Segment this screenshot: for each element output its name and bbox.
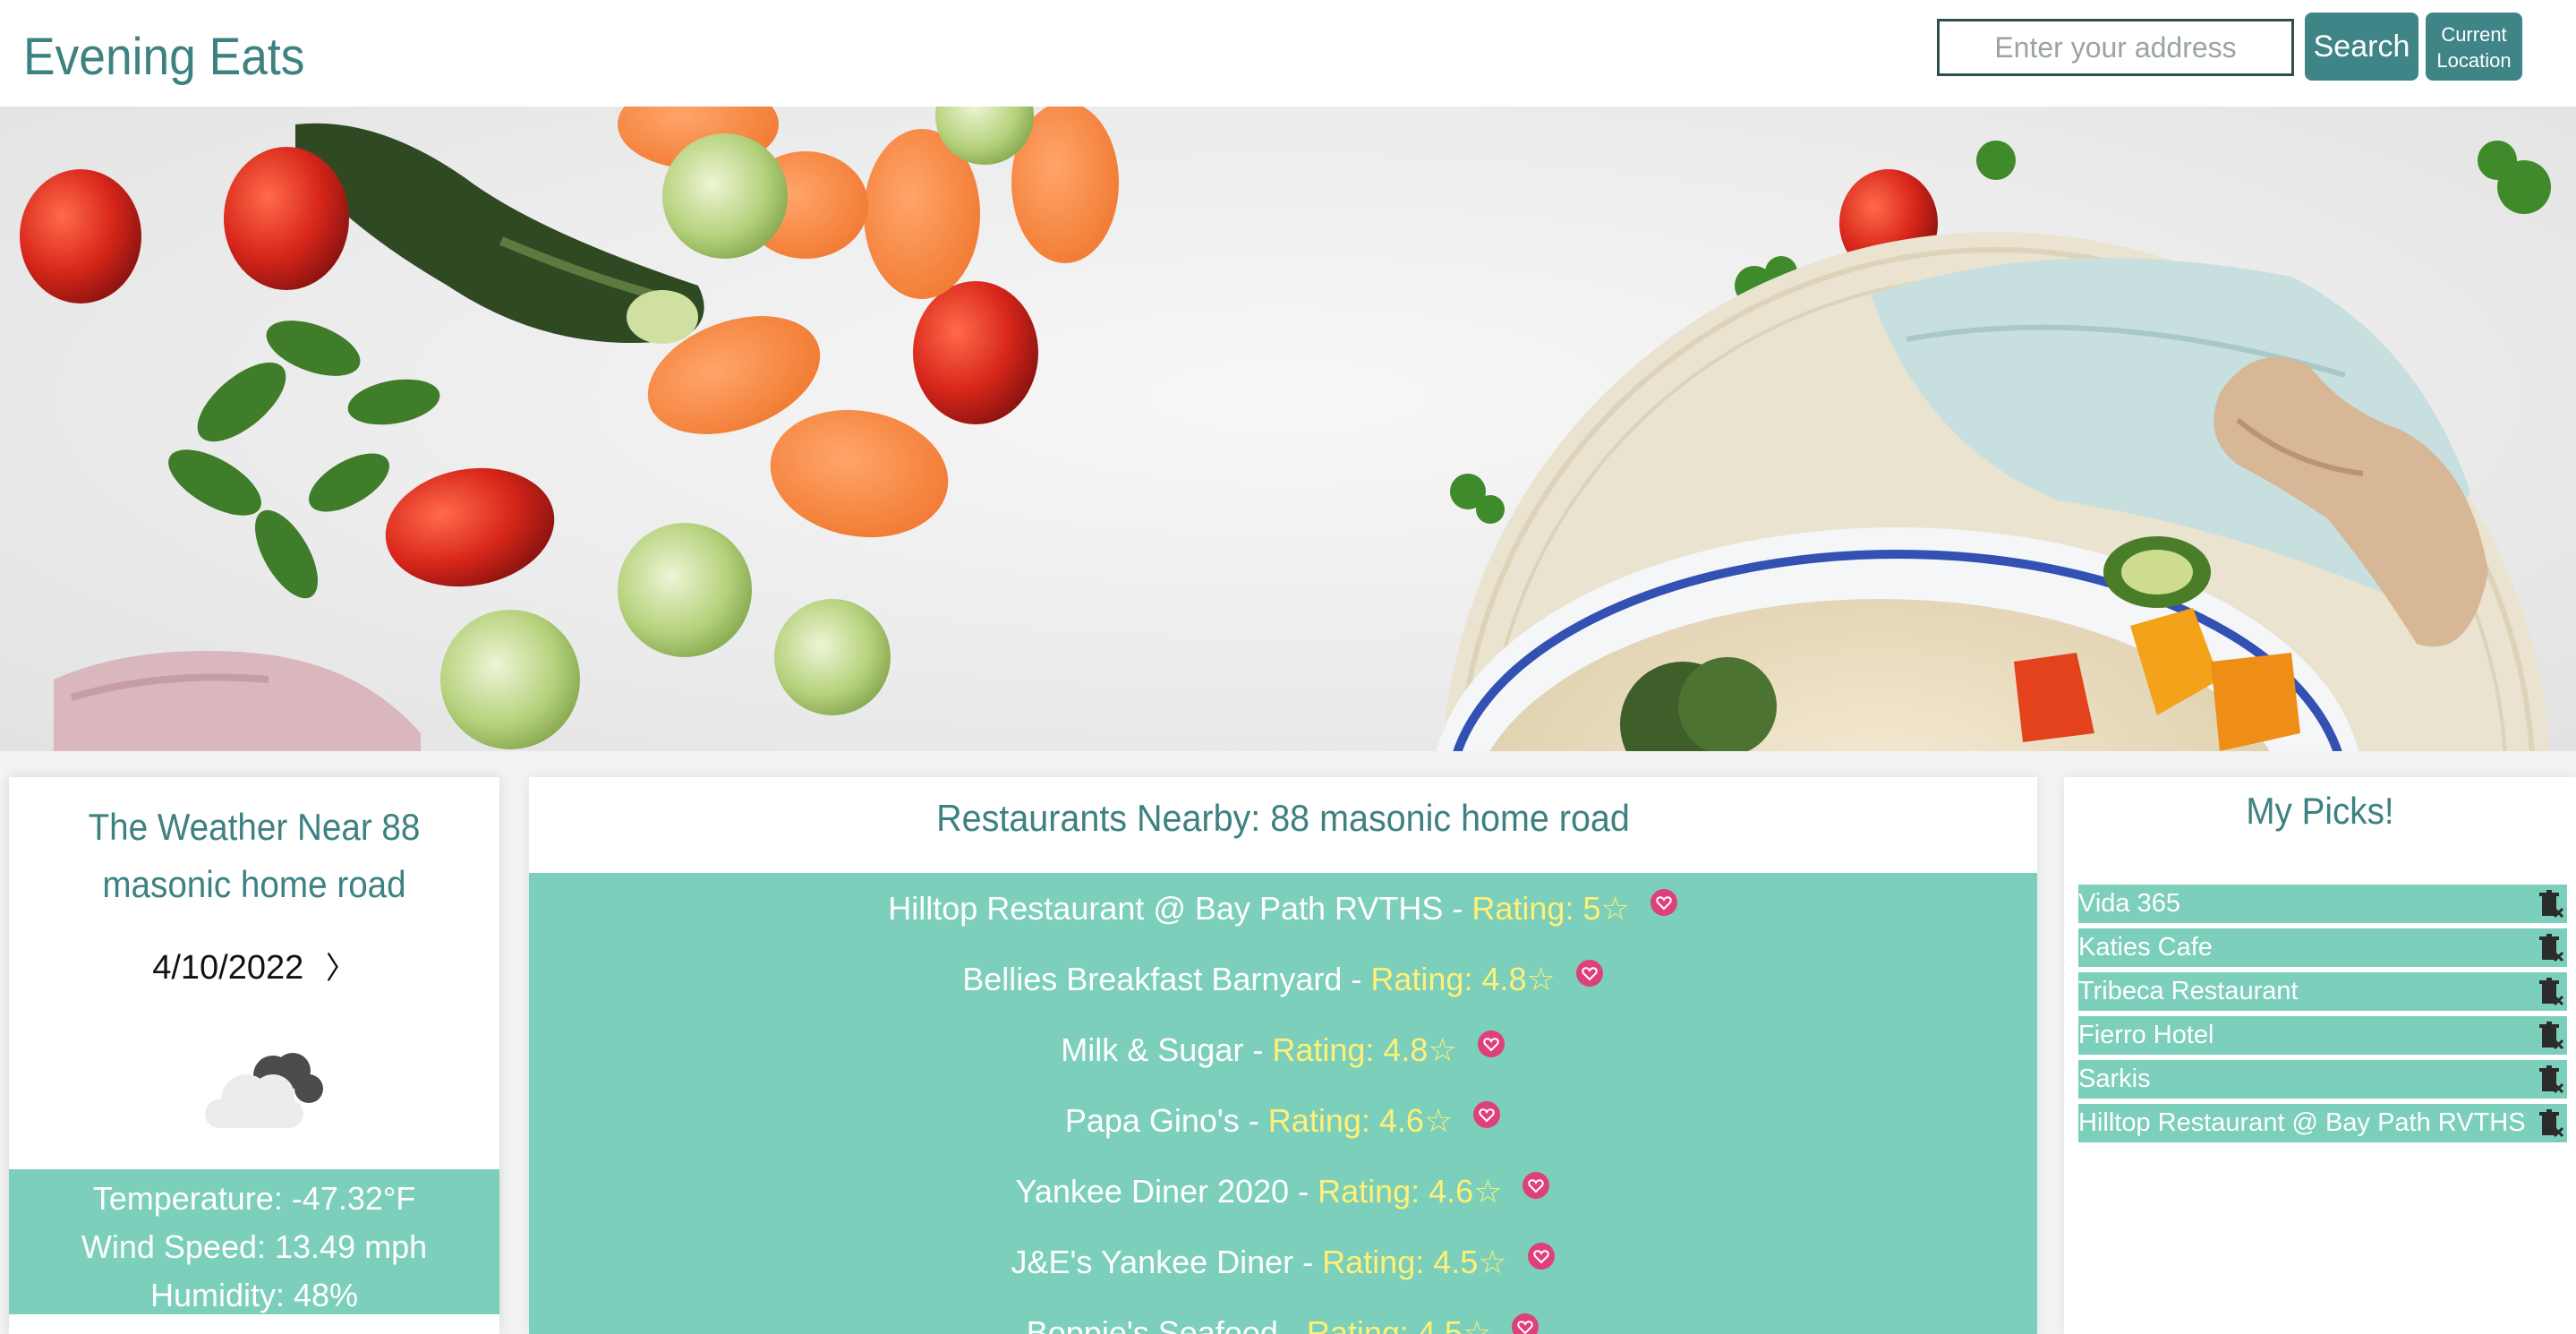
trash-icon[interactable] <box>2537 1108 2563 1139</box>
my-picks-panel: My Picks! Vida 365 Katies Cafe Tribeca R… <box>2064 777 2576 1334</box>
heart-icon[interactable] <box>1522 1171 1550 1200</box>
weather-stats: Temperature: -47.32°F Wind Speed: 13.49 … <box>9 1169 499 1314</box>
trash-icon[interactable] <box>2537 889 2563 919</box>
trash-icon[interactable] <box>2537 933 2563 963</box>
restaurant-item: Papa Gino's - Rating: 4.6☆ <box>529 1085 2037 1156</box>
current-location-label-line2: Location <box>2436 49 2512 72</box>
restaurant-rating: Rating: 5☆ <box>1471 889 1630 927</box>
temperature-text: Temperature: -47.32°F <box>92 1180 416 1217</box>
pick-name: Vida 365 <box>2078 889 2180 918</box>
chevron-right-icon[interactable]: 〉 <box>326 944 356 988</box>
restaurant-rating: Rating: 4.8☆ <box>1272 1030 1457 1068</box>
heart-icon[interactable] <box>1575 959 1604 988</box>
my-picks-title: My Picks! <box>2246 790 2394 832</box>
restaurant-name: J&E's Yankee Diner - <box>1011 1243 1314 1280</box>
weather-date: 4/10/2022 <box>152 949 304 987</box>
restaurant-item: J&E's Yankee Diner - Rating: 4.5☆ <box>529 1227 2037 1297</box>
restaurants-panel: Restaurants Nearby: 88 masonic home road… <box>529 777 2037 1334</box>
restaurant-item: Hilltop Restaurant @ Bay Path RVTHS - Ra… <box>529 873 2037 944</box>
restaurant-item: Boppie's Seafood - Rating: 4.5☆ <box>529 1297 2037 1334</box>
restaurant-name: Boppie's Seafood - <box>1026 1313 1298 1334</box>
heart-icon[interactable] <box>1527 1242 1556 1270</box>
restaurant-list: Hilltop Restaurant @ Bay Path RVTHS - Ra… <box>529 873 2037 1334</box>
pick-item[interactable]: Hilltop Restaurant @ Bay Path RVTHS <box>2078 1104 2567 1142</box>
restaurant-item: Yankee Diner 2020 - Rating: 4.6☆ <box>529 1156 2037 1227</box>
wind-speed-text: Wind Speed: 13.49 mph <box>81 1228 428 1265</box>
app-title: Evening Eats <box>23 28 305 86</box>
restaurant-rating: Rating: 4.5☆ <box>1306 1313 1492 1334</box>
cloudy-icon <box>205 1053 323 1128</box>
restaurant-name: Papa Gino's - <box>1064 1101 1259 1139</box>
current-location-label-line1: Current <box>2441 23 2507 46</box>
trash-icon[interactable] <box>2537 977 2563 1007</box>
pick-name: Katies Cafe <box>2078 933 2213 962</box>
restaurant-name: Bellies Breakfast Barnyard - <box>962 960 1362 997</box>
weather-title: The Weather Near 88 masonic home road <box>88 806 421 905</box>
restaurant-rating: Rating: 4.6☆ <box>1318 1172 1503 1210</box>
heart-icon[interactable] <box>1511 1313 1540 1334</box>
restaurant-item: Milk & Sugar - Rating: 4.8☆ <box>529 1014 2037 1085</box>
pick-name: Tribeca Restaurant <box>2078 977 2299 1005</box>
weather-date-row: 4/10/2022 〉 <box>9 944 499 988</box>
address-input[interactable] <box>1937 19 2294 76</box>
hero-illustration <box>20 107 2551 751</box>
pick-name: Sarkis <box>2078 1065 2151 1093</box>
pick-name: Fierro Hotel <box>2078 1021 2214 1049</box>
restaurant-name: Milk & Sugar - <box>1061 1030 1264 1068</box>
pick-name: Hilltop Restaurant @ Bay Path RVTHS <box>2078 1108 2526 1137</box>
restaurant-rating: Rating: 4.8☆ <box>1370 960 1556 997</box>
heart-icon[interactable] <box>1472 1100 1501 1129</box>
my-picks-list: Vida 365 Katies Cafe Tribeca Restaurant … <box>2078 885 2567 1148</box>
humidity-text: Humidity: 48% <box>149 1277 359 1313</box>
heart-icon[interactable] <box>1650 888 1678 917</box>
weather-card: The Weather Near 88 masonic home road 4/… <box>9 777 499 1334</box>
pick-item[interactable]: Tribeca Restaurant <box>2078 972 2567 1011</box>
restaurant-name: Hilltop Restaurant @ Bay Path RVTHS - <box>888 889 1463 927</box>
pick-item[interactable]: Fierro Hotel <box>2078 1016 2567 1055</box>
restaurant-rating: Rating: 4.6☆ <box>1267 1101 1454 1139</box>
header-bar: Evening Eats Search Current Location <box>0 0 2576 107</box>
heart-icon[interactable] <box>1477 1030 1506 1058</box>
search-button[interactable]: Search <box>2305 13 2418 81</box>
pick-item[interactable]: Sarkis <box>2078 1060 2567 1099</box>
pick-item[interactable]: Vida 365 <box>2078 885 2567 923</box>
current-location-button[interactable]: Current Location <box>2426 13 2522 81</box>
trash-icon[interactable] <box>2537 1021 2563 1051</box>
hero-food-image <box>0 107 2576 751</box>
restaurant-rating: Rating: 4.5☆ <box>1322 1243 1507 1280</box>
trash-icon[interactable] <box>2537 1065 2563 1095</box>
restaurants-title: Restaurants Nearby: 88 masonic home road <box>936 797 1630 839</box>
restaurant-name: Yankee Diner 2020 - <box>1015 1172 1309 1210</box>
restaurant-item: Bellies Breakfast Barnyard - Rating: 4.8… <box>529 944 2037 1014</box>
pick-item[interactable]: Katies Cafe <box>2078 928 2567 967</box>
